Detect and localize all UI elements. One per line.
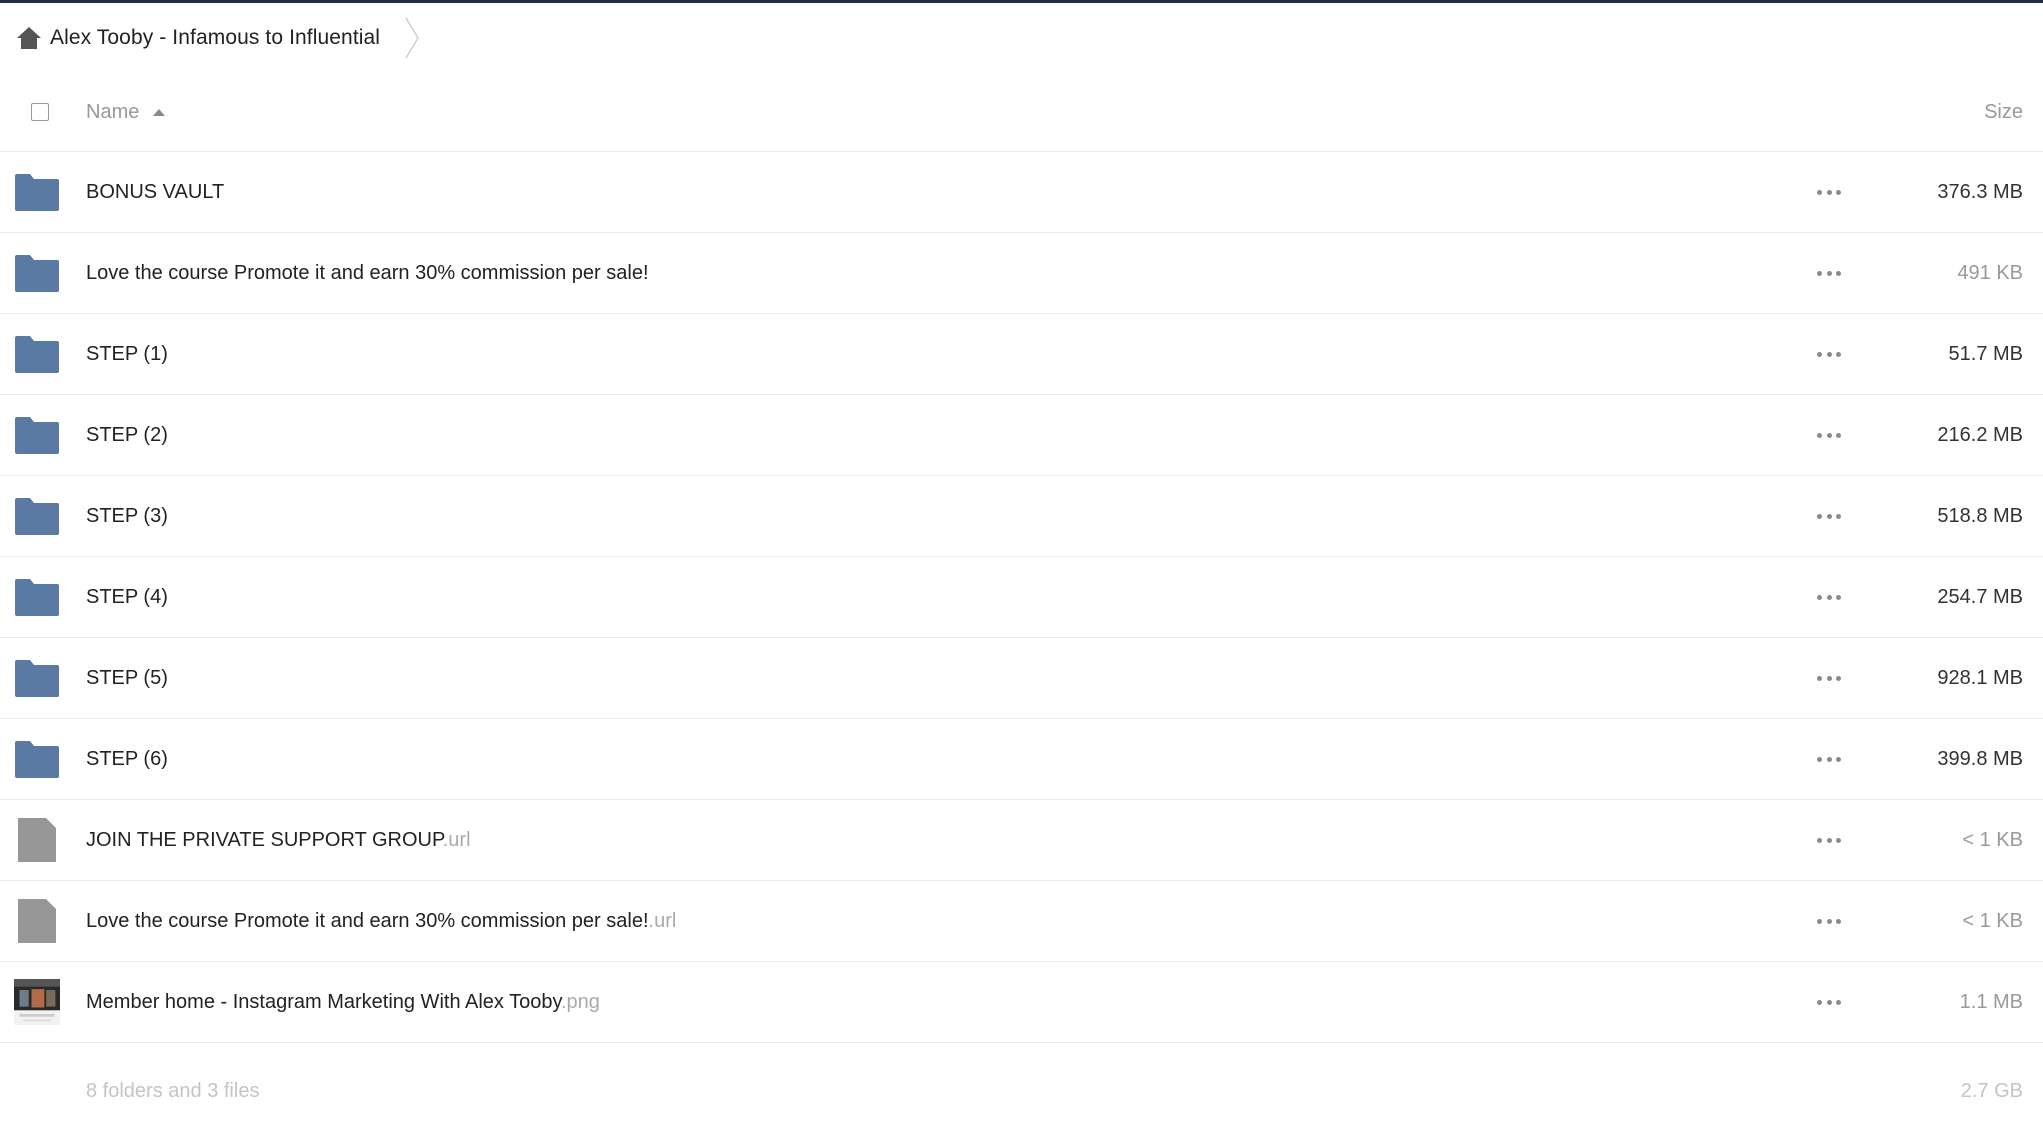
folder-row[interactable]: STEP (2) 216.2 MB	[0, 395, 2043, 476]
more-actions-icon[interactable]	[1817, 592, 1841, 602]
row-name[interactable]: Love the course Promote it and earn 30% …	[86, 910, 676, 933]
more-actions-icon[interactable]	[1817, 754, 1841, 764]
row-name-extension: .png	[561, 990, 600, 1013]
row-name-base: BONUS VAULT	[86, 180, 225, 203]
row-name-base: STEP (5)	[86, 666, 168, 689]
folder-row[interactable]: Love the course Promote it and earn 30% …	[0, 233, 2043, 314]
row-name-base: JOIN THE PRIVATE SUPPORT GROUP	[86, 828, 443, 851]
row-name[interactable]: Member home - Instagram Marketing With A…	[86, 991, 600, 1014]
folder-row[interactable]: STEP (5) 928.1 MB	[0, 638, 2043, 719]
sort-ascending-icon	[153, 108, 166, 116]
folder-icon	[15, 741, 59, 778]
row-size: 518.8 MB	[1937, 504, 2023, 527]
more-actions-icon[interactable]	[1817, 268, 1841, 278]
sort-by-name[interactable]: Name	[86, 100, 166, 124]
row-name-base: STEP (1)	[86, 342, 168, 365]
file-row[interactable]: JOIN THE PRIVATE SUPPORT GROUP.url < 1 KB	[0, 800, 2043, 881]
sort-by-size[interactable]: Size	[1984, 101, 2023, 124]
file-list-header: Name Size	[0, 73, 2043, 152]
row-size: 491 KB	[1957, 261, 2023, 284]
row-size: < 1 KB	[1962, 909, 2023, 932]
chevron-right-icon	[405, 17, 419, 59]
row-thumbnail[interactable]	[14, 898, 60, 944]
row-name-base: STEP (3)	[86, 504, 168, 527]
row-size: 376.3 MB	[1937, 180, 2023, 203]
row-size: 1.1 MB	[1959, 990, 2023, 1013]
row-name-extension: .url	[648, 909, 677, 932]
row-name-base: STEP (6)	[86, 747, 168, 770]
folder-icon	[15, 660, 59, 697]
home-icon[interactable]	[16, 25, 42, 51]
file-row[interactable]: Love the course Promote it and earn 30% …	[0, 881, 2043, 962]
row-name-base: Love the course Promote it and earn 30% …	[86, 261, 649, 284]
file-icon	[18, 899, 56, 943]
file-icon	[18, 818, 56, 862]
row-name[interactable]: JOIN THE PRIVATE SUPPORT GROUP.url	[86, 829, 471, 852]
folder-row[interactable]: STEP (4) 254.7 MB	[0, 557, 2043, 638]
row-name[interactable]: STEP (6)	[86, 748, 168, 771]
row-size: < 1 KB	[1962, 828, 2023, 851]
row-name-base: Love the course Promote it and earn 30% …	[86, 909, 649, 932]
name-column-label: Name	[86, 100, 140, 123]
folder-icon	[15, 579, 59, 616]
row-name-extension: .url	[442, 828, 471, 851]
image-thumbnail-icon	[14, 979, 60, 1025]
row-thumbnail[interactable]	[14, 655, 60, 701]
more-actions-icon[interactable]	[1817, 673, 1841, 683]
row-thumbnail[interactable]	[14, 493, 60, 539]
row-thumbnail[interactable]	[14, 250, 60, 296]
more-actions-icon[interactable]	[1817, 511, 1841, 521]
row-size: 51.7 MB	[1948, 342, 2023, 365]
row-thumbnail[interactable]	[14, 574, 60, 620]
folder-icon	[15, 255, 59, 292]
folder-icon	[15, 336, 59, 373]
row-name[interactable]: STEP (5)	[86, 667, 168, 690]
folder-row[interactable]: BONUS VAULT 376.3 MB	[0, 152, 2043, 233]
row-name[interactable]: STEP (3)	[86, 505, 168, 528]
row-name-base: STEP (4)	[86, 585, 168, 608]
more-actions-icon[interactable]	[1817, 349, 1841, 359]
row-thumbnail[interactable]	[14, 412, 60, 458]
row-thumbnail[interactable]	[14, 331, 60, 377]
breadcrumb: Alex Tooby - Infamous to Influential	[0, 3, 422, 73]
folder-icon	[15, 498, 59, 535]
folder-row[interactable]: STEP (1) 51.7 MB	[0, 314, 2043, 395]
row-name[interactable]: STEP (2)	[86, 424, 168, 447]
more-actions-icon[interactable]	[1817, 187, 1841, 197]
row-name[interactable]: STEP (4)	[86, 586, 168, 609]
summary-count: 8 folders and 3 files	[86, 1079, 260, 1102]
row-size: 399.8 MB	[1937, 747, 2023, 770]
folder-icon	[15, 174, 59, 211]
summary-size: 2.7 GB	[1960, 1079, 2023, 1102]
row-name[interactable]: STEP (1)	[86, 343, 168, 366]
row-name[interactable]: Love the course Promote it and earn 30% …	[86, 262, 649, 285]
breadcrumb-current[interactable]: Alex Tooby - Infamous to Influential	[50, 26, 380, 50]
row-thumbnail[interactable]	[14, 817, 60, 863]
row-size: 216.2 MB	[1937, 423, 2023, 446]
more-actions-icon[interactable]	[1817, 835, 1841, 845]
row-thumbnail[interactable]	[14, 736, 60, 782]
select-all-checkbox[interactable]	[31, 103, 49, 121]
row-thumbnail[interactable]	[14, 169, 60, 215]
more-actions-icon[interactable]	[1817, 997, 1841, 1007]
row-name-base: STEP (2)	[86, 423, 168, 446]
row-size: 928.1 MB	[1937, 666, 2023, 689]
row-thumbnail[interactable]	[14, 979, 60, 1025]
more-actions-icon[interactable]	[1817, 430, 1841, 440]
folder-row[interactable]: STEP (6) 399.8 MB	[0, 719, 2043, 800]
row-name[interactable]: BONUS VAULT	[86, 181, 224, 204]
more-actions-icon[interactable]	[1817, 916, 1841, 926]
folder-icon	[15, 417, 59, 454]
file-row[interactable]: Member home - Instagram Marketing With A…	[0, 962, 2043, 1043]
summary-row: 8 folders and 3 files 2.7 GB	[0, 1043, 2043, 1139]
row-size: 254.7 MB	[1937, 585, 2023, 608]
file-list: Name Size BONUS VAULT 376.3 MB Love the co…	[0, 73, 2043, 1139]
folder-row[interactable]: STEP (3) 518.8 MB	[0, 476, 2043, 557]
row-name-base: Member home - Instagram Marketing With A…	[86, 990, 561, 1013]
